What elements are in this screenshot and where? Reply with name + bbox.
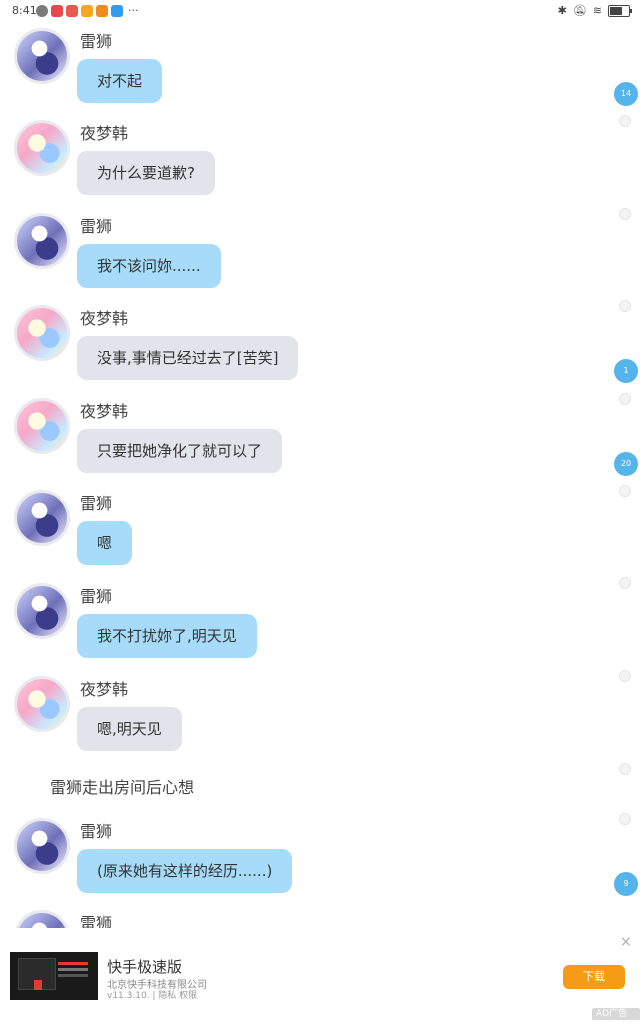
comment-dot[interactable]: [619, 670, 631, 682]
comment-dot[interactable]: [619, 300, 631, 312]
message-bubble[interactable]: 为什么要道歉?: [77, 151, 215, 195]
speaker-name: 雷狮: [80, 494, 113, 513]
message-bubble[interactable]: 对不起: [77, 59, 163, 103]
message-bubble[interactable]: 没事,事情已经过去了[苦笑]: [77, 336, 299, 380]
message-bubble[interactable]: 我不打扰妳了,明天见: [77, 614, 257, 658]
avatar[interactable]: [14, 818, 70, 874]
chat-message: 夜梦韩 为什么要道歉?: [14, 120, 554, 208]
comment-count-badge[interactable]: 14: [614, 82, 638, 106]
status-bar: 8:41 ··· ✱ 🔕︎ ≋: [0, 0, 640, 24]
chat-message: 雷狮 我不打扰妳了,明天见: [14, 583, 554, 671]
mute-icon: 🔕︎: [572, 4, 587, 17]
status-time: 8:41: [12, 4, 37, 17]
ad-thumb-arrow: [34, 980, 42, 990]
blue-app-icon: [111, 5, 123, 17]
ad-tag[interactable]: AD广告 ⌄: [592, 1008, 640, 1031]
speaker-name: 雷狮: [80, 822, 113, 841]
comment-dot[interactable]: [619, 115, 631, 127]
ad-title[interactable]: 快手极速版: [107, 956, 182, 977]
message-bubble[interactable]: 嗯: [77, 521, 133, 565]
ad-banner[interactable]: 快手极速版 北京快手科技有限公司 v11.3.10. | 隐私 权限 下载 × …: [0, 928, 640, 1031]
message-bubble[interactable]: (原来她有这样的经历......): [77, 849, 293, 893]
battery-icon: [608, 4, 632, 17]
ad-download-button[interactable]: 下载: [563, 965, 625, 989]
comment-dot[interactable]: [619, 485, 631, 497]
comment-count-badge[interactable]: 9: [614, 872, 638, 896]
message-bubble[interactable]: 我不该问妳......: [77, 244, 221, 288]
speaker-name: 夜梦韩: [80, 124, 129, 143]
close-icon[interactable]: ×: [620, 934, 632, 950]
comment-dot[interactable]: [619, 763, 631, 775]
comment-dot[interactable]: [619, 577, 631, 589]
chat-message: 夜梦韩 没事,事情已经过去了[苦笑]: [14, 305, 554, 393]
speaker-name: 夜梦韩: [80, 680, 129, 699]
chat-message: 雷狮 嗯: [14, 490, 554, 578]
message-bubble[interactable]: 只要把她净化了就可以了: [77, 429, 283, 473]
ad-meta[interactable]: v11.3.10. | 隐私 权限: [107, 988, 197, 1001]
ad-thumb-lines: [58, 962, 88, 965]
avatar[interactable]: [14, 305, 70, 361]
avatar[interactable]: [14, 583, 70, 639]
chat-message: 夜梦韩 只要把她净化了就可以了: [14, 398, 554, 486]
avatar[interactable]: [14, 676, 70, 732]
status-app-icons: ···: [36, 5, 139, 17]
comment-dot[interactable]: [619, 813, 631, 825]
ad-thumbnail[interactable]: [10, 952, 98, 1000]
bluetooth-icon: ✱: [557, 4, 567, 17]
status-overflow: ···: [128, 4, 139, 17]
red-app-icon: [51, 5, 63, 17]
chat-message: 雷狮 我不该问妳......: [14, 213, 554, 301]
speaker-name: 雷狮: [80, 217, 113, 236]
orange-app-icon: [81, 5, 93, 17]
avatar[interactable]: [14, 28, 70, 84]
speaker-name: 夜梦韩: [80, 309, 129, 328]
avatar[interactable]: [14, 120, 70, 176]
avatar[interactable]: [14, 213, 70, 269]
comment-count-badge[interactable]: 1: [614, 359, 638, 383]
comment-count-badge[interactable]: 20: [614, 452, 638, 476]
wifi-icon: ≋: [592, 4, 602, 17]
orange-app-icon-2: [96, 5, 108, 17]
comment-dot[interactable]: [619, 208, 631, 220]
chat-message: 夜梦韩 嗯,明天见: [14, 676, 554, 764]
comment-dot[interactable]: [619, 393, 631, 405]
status-right: ✱ 🔕︎ ≋: [557, 4, 632, 17]
red-app-icon-2: [66, 5, 78, 17]
speaker-name: 雷狮: [80, 587, 113, 606]
message-bubble[interactable]: 嗯,明天见: [77, 707, 182, 751]
avatar[interactable]: [14, 490, 70, 546]
wechat-icon: [36, 5, 48, 17]
chat-message: 雷狮 (原来她有这样的经历......): [14, 818, 554, 906]
narration-text: 雷狮走出房间后心想: [50, 778, 195, 797]
speaker-name: 夜梦韩: [80, 402, 129, 421]
speaker-name: 雷狮: [80, 32, 113, 51]
chat-message: 雷狮 对不起: [14, 28, 554, 116]
avatar[interactable]: [14, 398, 70, 454]
